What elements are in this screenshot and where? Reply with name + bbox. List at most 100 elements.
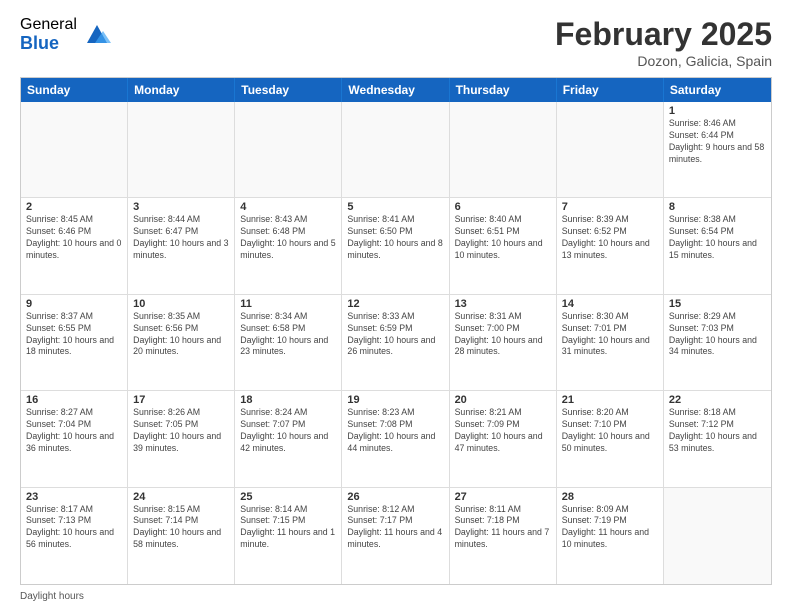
day-number: 16 bbox=[26, 394, 122, 406]
logo-general: General bbox=[20, 16, 77, 34]
calendar-cell: 8Sunrise: 8:38 AM Sunset: 6:54 PM Daylig… bbox=[664, 198, 771, 293]
logo: General Blue bbox=[20, 16, 111, 53]
calendar-cell: 7Sunrise: 8:39 AM Sunset: 6:52 PM Daylig… bbox=[557, 198, 664, 293]
calendar-cell bbox=[557, 102, 664, 197]
day-number: 14 bbox=[562, 298, 658, 310]
cal-header-day: Sunday bbox=[21, 78, 128, 102]
calendar-row: 23Sunrise: 8:17 AM Sunset: 7:13 PM Dayli… bbox=[21, 488, 771, 584]
calendar-cell: 23Sunrise: 8:17 AM Sunset: 7:13 PM Dayli… bbox=[21, 488, 128, 584]
title-location: Dozon, Galicia, Spain bbox=[555, 53, 772, 69]
day-number: 23 bbox=[26, 491, 122, 503]
day-number: 12 bbox=[347, 298, 443, 310]
day-number: 25 bbox=[240, 491, 336, 503]
cal-header-day: Thursday bbox=[450, 78, 557, 102]
calendar-cell: 15Sunrise: 8:29 AM Sunset: 7:03 PM Dayli… bbox=[664, 295, 771, 390]
day-info: Sunrise: 8:38 AM Sunset: 6:54 PM Dayligh… bbox=[669, 214, 766, 262]
footer: Daylight hours bbox=[20, 591, 772, 602]
calendar-cell: 2Sunrise: 8:45 AM Sunset: 6:46 PM Daylig… bbox=[21, 198, 128, 293]
day-info: Sunrise: 8:35 AM Sunset: 6:56 PM Dayligh… bbox=[133, 311, 229, 359]
calendar-cell bbox=[450, 102, 557, 197]
calendar-cell: 18Sunrise: 8:24 AM Sunset: 7:07 PM Dayli… bbox=[235, 391, 342, 486]
day-info: Sunrise: 8:29 AM Sunset: 7:03 PM Dayligh… bbox=[669, 311, 766, 359]
day-info: Sunrise: 8:18 AM Sunset: 7:12 PM Dayligh… bbox=[669, 407, 766, 455]
day-number: 21 bbox=[562, 394, 658, 406]
title-block: February 2025 Dozon, Galicia, Spain bbox=[555, 16, 772, 69]
day-number: 6 bbox=[455, 201, 551, 213]
calendar-cell: 24Sunrise: 8:15 AM Sunset: 7:14 PM Dayli… bbox=[128, 488, 235, 584]
title-month: February 2025 bbox=[555, 16, 772, 53]
calendar-row: 2Sunrise: 8:45 AM Sunset: 6:46 PM Daylig… bbox=[21, 198, 771, 294]
calendar-cell: 10Sunrise: 8:35 AM Sunset: 6:56 PM Dayli… bbox=[128, 295, 235, 390]
day-info: Sunrise: 8:40 AM Sunset: 6:51 PM Dayligh… bbox=[455, 214, 551, 262]
day-info: Sunrise: 8:27 AM Sunset: 7:04 PM Dayligh… bbox=[26, 407, 122, 455]
calendar-row: 9Sunrise: 8:37 AM Sunset: 6:55 PM Daylig… bbox=[21, 295, 771, 391]
calendar-cell: 9Sunrise: 8:37 AM Sunset: 6:55 PM Daylig… bbox=[21, 295, 128, 390]
day-number: 2 bbox=[26, 201, 122, 213]
day-info: Sunrise: 8:46 AM Sunset: 6:44 PM Dayligh… bbox=[669, 118, 766, 166]
day-info: Sunrise: 8:45 AM Sunset: 6:46 PM Dayligh… bbox=[26, 214, 122, 262]
calendar: SundayMondayTuesdayWednesdayThursdayFrid… bbox=[20, 77, 772, 585]
cal-header-day: Monday bbox=[128, 78, 235, 102]
logo-blue: Blue bbox=[20, 34, 77, 54]
calendar-row: 1Sunrise: 8:46 AM Sunset: 6:44 PM Daylig… bbox=[21, 102, 771, 198]
calendar-cell: 27Sunrise: 8:11 AM Sunset: 7:18 PM Dayli… bbox=[450, 488, 557, 584]
logo-text: General Blue bbox=[20, 16, 77, 53]
day-info: Sunrise: 8:23 AM Sunset: 7:08 PM Dayligh… bbox=[347, 407, 443, 455]
day-number: 11 bbox=[240, 298, 336, 310]
day-info: Sunrise: 8:21 AM Sunset: 7:09 PM Dayligh… bbox=[455, 407, 551, 455]
calendar-cell: 6Sunrise: 8:40 AM Sunset: 6:51 PM Daylig… bbox=[450, 198, 557, 293]
calendar-cell: 22Sunrise: 8:18 AM Sunset: 7:12 PM Dayli… bbox=[664, 391, 771, 486]
calendar-body: 1Sunrise: 8:46 AM Sunset: 6:44 PM Daylig… bbox=[21, 102, 771, 584]
calendar-cell bbox=[128, 102, 235, 197]
day-info: Sunrise: 8:17 AM Sunset: 7:13 PM Dayligh… bbox=[26, 504, 122, 552]
day-info: Sunrise: 8:14 AM Sunset: 7:15 PM Dayligh… bbox=[240, 504, 336, 552]
cal-header-day: Friday bbox=[557, 78, 664, 102]
day-number: 1 bbox=[669, 105, 766, 117]
day-info: Sunrise: 8:12 AM Sunset: 7:17 PM Dayligh… bbox=[347, 504, 443, 552]
calendar-cell: 21Sunrise: 8:20 AM Sunset: 7:10 PM Dayli… bbox=[557, 391, 664, 486]
calendar-cell: 28Sunrise: 8:09 AM Sunset: 7:19 PM Dayli… bbox=[557, 488, 664, 584]
day-number: 22 bbox=[669, 394, 766, 406]
cal-header-day: Wednesday bbox=[342, 78, 449, 102]
day-number: 20 bbox=[455, 394, 551, 406]
calendar-cell: 4Sunrise: 8:43 AM Sunset: 6:48 PM Daylig… bbox=[235, 198, 342, 293]
day-info: Sunrise: 8:44 AM Sunset: 6:47 PM Dayligh… bbox=[133, 214, 229, 262]
calendar-cell: 20Sunrise: 8:21 AM Sunset: 7:09 PM Dayli… bbox=[450, 391, 557, 486]
day-info: Sunrise: 8:43 AM Sunset: 6:48 PM Dayligh… bbox=[240, 214, 336, 262]
calendar-cell: 11Sunrise: 8:34 AM Sunset: 6:58 PM Dayli… bbox=[235, 295, 342, 390]
calendar-cell bbox=[21, 102, 128, 197]
day-number: 4 bbox=[240, 201, 336, 213]
calendar-header: SundayMondayTuesdayWednesdayThursdayFrid… bbox=[21, 78, 771, 102]
day-info: Sunrise: 8:41 AM Sunset: 6:50 PM Dayligh… bbox=[347, 214, 443, 262]
day-info: Sunrise: 8:09 AM Sunset: 7:19 PM Dayligh… bbox=[562, 504, 658, 552]
day-number: 19 bbox=[347, 394, 443, 406]
day-number: 17 bbox=[133, 394, 229, 406]
calendar-cell: 17Sunrise: 8:26 AM Sunset: 7:05 PM Dayli… bbox=[128, 391, 235, 486]
calendar-cell: 1Sunrise: 8:46 AM Sunset: 6:44 PM Daylig… bbox=[664, 102, 771, 197]
day-number: 27 bbox=[455, 491, 551, 503]
day-info: Sunrise: 8:34 AM Sunset: 6:58 PM Dayligh… bbox=[240, 311, 336, 359]
day-number: 18 bbox=[240, 394, 336, 406]
calendar-cell: 14Sunrise: 8:30 AM Sunset: 7:01 PM Dayli… bbox=[557, 295, 664, 390]
day-number: 13 bbox=[455, 298, 551, 310]
day-info: Sunrise: 8:24 AM Sunset: 7:07 PM Dayligh… bbox=[240, 407, 336, 455]
header: General Blue February 2025 Dozon, Galici… bbox=[20, 16, 772, 69]
day-number: 3 bbox=[133, 201, 229, 213]
day-info: Sunrise: 8:11 AM Sunset: 7:18 PM Dayligh… bbox=[455, 504, 551, 552]
logo-icon bbox=[83, 21, 111, 49]
day-info: Sunrise: 8:33 AM Sunset: 6:59 PM Dayligh… bbox=[347, 311, 443, 359]
day-number: 10 bbox=[133, 298, 229, 310]
cal-header-day: Saturday bbox=[664, 78, 771, 102]
day-info: Sunrise: 8:31 AM Sunset: 7:00 PM Dayligh… bbox=[455, 311, 551, 359]
day-number: 9 bbox=[26, 298, 122, 310]
day-info: Sunrise: 8:15 AM Sunset: 7:14 PM Dayligh… bbox=[133, 504, 229, 552]
day-info: Sunrise: 8:39 AM Sunset: 6:52 PM Dayligh… bbox=[562, 214, 658, 262]
day-info: Sunrise: 8:30 AM Sunset: 7:01 PM Dayligh… bbox=[562, 311, 658, 359]
calendar-cell: 19Sunrise: 8:23 AM Sunset: 7:08 PM Dayli… bbox=[342, 391, 449, 486]
day-number: 28 bbox=[562, 491, 658, 503]
page: General Blue February 2025 Dozon, Galici… bbox=[0, 0, 792, 612]
day-info: Sunrise: 8:20 AM Sunset: 7:10 PM Dayligh… bbox=[562, 407, 658, 455]
calendar-cell: 3Sunrise: 8:44 AM Sunset: 6:47 PM Daylig… bbox=[128, 198, 235, 293]
cal-header-day: Tuesday bbox=[235, 78, 342, 102]
day-info: Sunrise: 8:26 AM Sunset: 7:05 PM Dayligh… bbox=[133, 407, 229, 455]
